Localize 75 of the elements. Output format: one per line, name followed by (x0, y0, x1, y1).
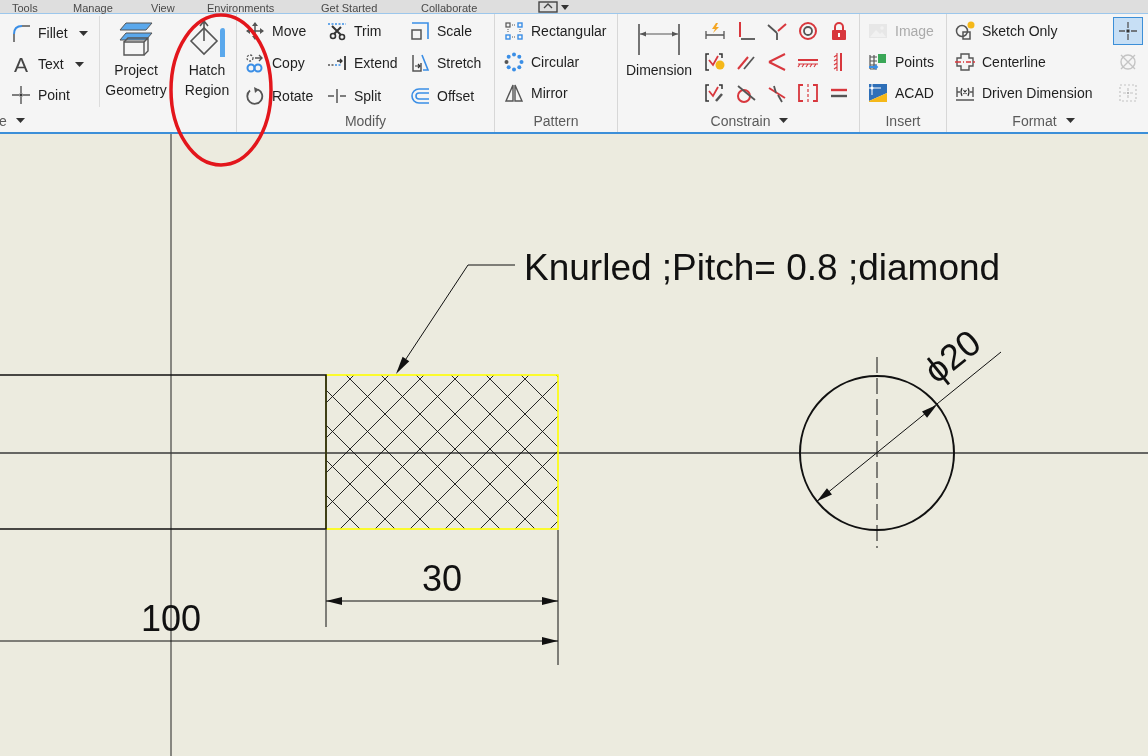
project-geometry-icon (116, 21, 156, 57)
concentric-icon[interactable] (796, 21, 819, 41)
spreadsheet-icon (868, 52, 888, 72)
offset-curves-icon (410, 85, 430, 106)
auto-dimension-icon[interactable] (703, 21, 726, 41)
drawing-file-icon (868, 83, 888, 103)
dimension-text: 100 (140, 598, 202, 639)
fillet-icon (11, 23, 31, 43)
panel-label: Pattern (533, 113, 579, 128)
large-tool-button[interactable]: Dimension (622, 14, 696, 104)
centerline-icon (955, 52, 975, 72)
large-tool-button[interactable]: Project Geometry (104, 14, 168, 104)
tangent-lines-icon[interactable] (765, 21, 788, 41)
panel-label: Modify (344, 113, 387, 128)
panel-label: Insert (885, 113, 921, 128)
tool-button[interactable]: Centerline (955, 50, 1046, 74)
caret-icon (74, 61, 84, 67)
caret-icon (15, 118, 25, 123)
tool-button[interactable]: Fillet (11, 21, 88, 45)
circular-pattern-icon (504, 52, 524, 72)
stretch-icon (410, 53, 430, 74)
tangent-circle-icon[interactable] (734, 83, 757, 103)
tool-button[interactable]: Split (327, 83, 382, 108)
tool-button[interactable]: Rectangular (504, 19, 607, 43)
crosshair-icon (1118, 21, 1138, 41)
tool-button[interactable]: Circular (504, 50, 580, 74)
menu-tab[interactable]: View (151, 1, 175, 15)
menu-tab[interactable]: Manage (73, 1, 113, 15)
symmetric-icon[interactable] (796, 83, 819, 103)
menu-tab[interactable]: Get Started (321, 1, 378, 15)
tool-button[interactable]: ACAD (868, 81, 934, 105)
tool-button[interactable]: Rotate (245, 83, 314, 108)
letter-icon: A (11, 53, 31, 75)
scale-squares-icon (410, 21, 430, 41)
menu-tab[interactable]: Tools (12, 1, 38, 15)
tool-button[interactable]: Sketch Only (955, 19, 1058, 43)
panel-menu-button[interactable]: Format (1012, 113, 1075, 128)
point-icon (11, 85, 31, 105)
tool-button[interactable]: Driven Dimension (955, 81, 1093, 105)
dimension-text: 30 (422, 558, 462, 599)
tool-button[interactable]: Copy (245, 51, 305, 76)
tray-dropdown-icon[interactable] (538, 0, 570, 13)
dimension-icon (636, 21, 682, 57)
circle-x-icon (1118, 52, 1138, 72)
tool-button[interactable]: Offset (410, 83, 475, 108)
menu-tab[interactable]: Collaborate (421, 1, 478, 15)
caret-icon (779, 118, 789, 123)
tool-button[interactable]: Stretch (410, 51, 482, 76)
move-arrows-icon (245, 21, 265, 41)
dimension-text: ϕ20 (915, 321, 989, 392)
caret-icon (78, 30, 88, 36)
tool-button[interactable]: Extend (327, 51, 398, 76)
circle-square-icon (955, 21, 975, 41)
tool-button[interactable]: Scale (410, 19, 473, 43)
menu-tab[interactable]: Environments (207, 1, 275, 15)
toggle-button[interactable] (1113, 17, 1143, 45)
copy-circles-icon (245, 53, 265, 74)
rectangular-pattern-icon (504, 21, 524, 41)
dotted-square-icon (1118, 83, 1138, 103)
bracket-check-icon[interactable] (703, 83, 726, 103)
hatch-region-icon (187, 19, 227, 59)
note-text: Knurled ;Pitch= 0.8 ;diamond (524, 247, 1001, 288)
panel-menu-button[interactable]: e (0, 113, 25, 128)
panel-menu-button[interactable]: Constrain (710, 113, 789, 128)
tool-button[interactable]: A Text (11, 52, 84, 76)
caret-icon (1065, 118, 1075, 123)
tool-button[interactable]: Mirror (504, 81, 568, 105)
scissors-icon (327, 21, 347, 41)
tool-button[interactable]: Trim (327, 19, 382, 43)
rotate-arrow-icon (245, 85, 265, 106)
tool-button[interactable]: Move (245, 19, 307, 43)
tool-button[interactable]: Point (11, 83, 70, 107)
bracket-bulb-icon[interactable] (703, 52, 726, 72)
mirror-triangles-icon (504, 83, 524, 103)
tool-button[interactable]: Points (868, 50, 934, 74)
